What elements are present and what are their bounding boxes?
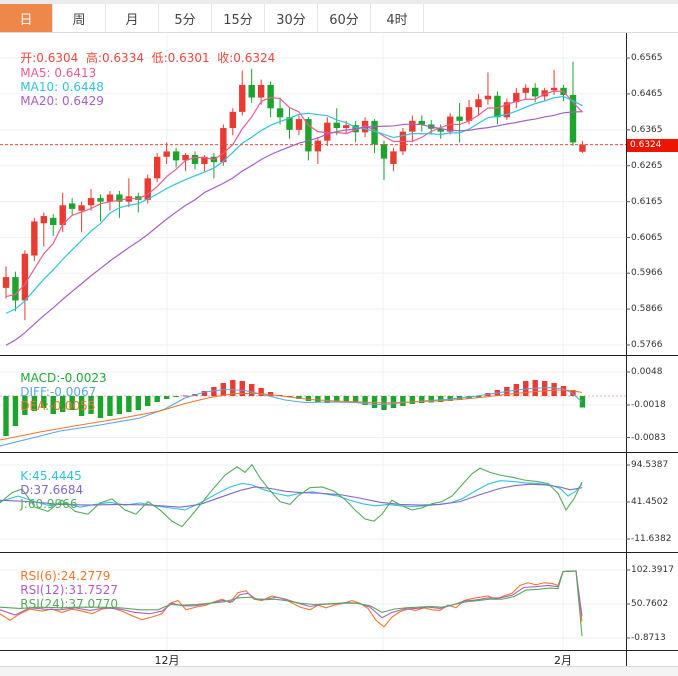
tab-30min[interactable]: 30分 — [265, 4, 318, 32]
kdj-readout: K:45.4445 D:37.6684 J:60.9966 — [5, 455, 95, 525]
j-value: J:60.9966 — [20, 497, 78, 511]
k-value: K:45.4445 — [20, 469, 82, 483]
tab-60min[interactable]: 60分 — [318, 4, 371, 32]
dea-value: DEA:-0.0055 — [20, 399, 96, 413]
rsi-readout: RSI(6):24.2779 RSI(12):31.7527 RSI(24):3… — [5, 555, 130, 625]
trading-chart-app: 日 周 月 5分 15分 30分 60分 4时 0.6565 0.6465 0.63… — [0, 0, 678, 676]
tab-month[interactable]: 月 — [106, 4, 159, 32]
macd-value: MACD:-0.0023 — [20, 371, 107, 385]
tab-5min[interactable]: 5分 — [159, 4, 212, 32]
macd-readout: MACD:-0.0023 DIFF:-0.0067 DEA:-0.0055 — [5, 357, 119, 427]
ma10-value: MA10: 0.6448 — [20, 80, 104, 94]
ma-readout: MA5: 0.6413 MA10: 0.6448 MA20: 0.6429 — [5, 52, 116, 122]
ma20-line — [5, 111, 583, 346]
tab-4hour[interactable]: 4时 — [371, 4, 424, 32]
ma20-value: MA20: 0.6429 — [20, 94, 104, 108]
rsi6-value: RSI(6):24.2779 — [20, 569, 111, 583]
tab-day[interactable]: 日 — [0, 4, 53, 32]
rsi12-value: RSI(12):31.7527 — [20, 583, 119, 597]
ma5-value: MA5: 0.6413 — [20, 66, 97, 80]
timeframe-tabbar: 日 周 月 5分 15分 30分 60分 4时 — [0, 4, 678, 33]
diff-value: DIFF:-0.0067 — [20, 385, 97, 399]
d-value: D:37.6684 — [20, 483, 84, 497]
tab-week[interactable]: 周 — [53, 4, 106, 32]
rsi24-value: RSI(24):37.0770 — [20, 597, 119, 611]
tab-15min[interactable]: 15分 — [212, 4, 265, 32]
